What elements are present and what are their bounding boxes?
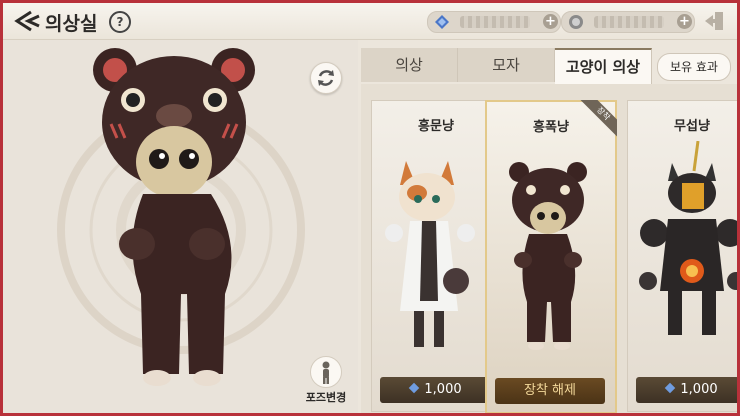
category-tabs: 의상 모자 고양이 의상 (361, 48, 652, 84)
tab-hat[interactable]: 모자 (458, 48, 555, 82)
unequip-button[interactable]: 장착 해제 (495, 378, 605, 404)
pose-change-button[interactable] (310, 356, 342, 388)
tab-outfit[interactable]: 의상 (361, 48, 458, 82)
bear-costume-character (93, 48, 255, 386)
orange-cat-figure (385, 161, 475, 347)
help-icon[interactable]: ? (109, 11, 131, 33)
coin-icon (569, 15, 583, 29)
costume-list: 흥문냥 1,000 장착 흥폭냥 장착 해제 무섭냥 1,000 (361, 84, 737, 413)
character-preview[interactable]: 포즈변경 (3, 40, 358, 413)
gem-currency: + (427, 11, 561, 33)
page-title: 의상실 (45, 13, 98, 35)
rotate-icon (318, 70, 334, 86)
blue-gem-icon (665, 382, 676, 394)
person-icon (322, 361, 330, 384)
blue-gem-icon (409, 382, 420, 394)
coin-currency: + (561, 11, 695, 33)
costume-card[interactable]: 무섭냥 1,000 (627, 100, 737, 412)
tab-cat-outfit[interactable]: 고양이 의상 (555, 48, 652, 84)
add-coin-button[interactable]: + (677, 14, 692, 29)
costume-name: 흥문냥 (418, 119, 454, 134)
blue-gem-icon (435, 15, 449, 29)
coin-amount (594, 16, 664, 28)
owned-effect-button[interactable]: 보유 효과 (657, 53, 731, 81)
back-arrow-icon[interactable] (11, 9, 41, 33)
top-bar: 의상실 ? + + (3, 3, 737, 40)
armored-cat-figure (639, 141, 737, 335)
gem-amount (460, 16, 530, 28)
bear-cat-figure (509, 162, 587, 350)
costume-card[interactable]: 흥문냥 1,000 (371, 100, 501, 412)
pose-change-label: 포즈변경 (305, 391, 347, 404)
costume-room-window: 의상실 ? + + 포즈변경 의상 모자 고양이 의상 보유 효과 흥문냥 1,… (3, 3, 737, 413)
price-label: 1,000 (424, 382, 462, 397)
costume-name: 무섭냥 (674, 119, 710, 134)
exit-icon[interactable] (701, 11, 725, 31)
costume-card-selected[interactable]: 장착 흥폭냥 장착 해제 (485, 100, 617, 413)
rotate-button[interactable] (310, 62, 342, 94)
buy-button[interactable]: 1,000 (380, 377, 490, 403)
add-gem-button[interactable]: + (543, 14, 558, 29)
costume-name: 흥폭냥 (533, 120, 569, 135)
buy-button[interactable]: 1,000 (636, 377, 737, 403)
price-label: 1,000 (680, 382, 718, 397)
